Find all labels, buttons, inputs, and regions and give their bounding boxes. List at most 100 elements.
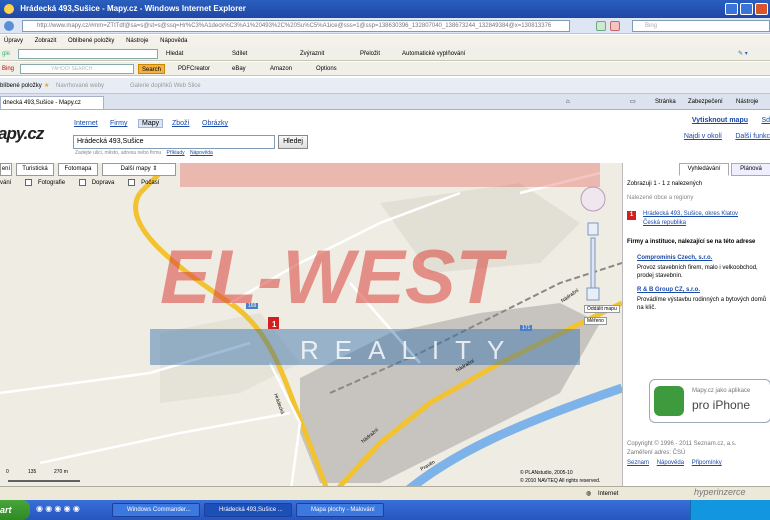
map-search-button[interactable]: Hledej	[278, 135, 308, 149]
checkbox[interactable]	[78, 179, 86, 186]
firm-link[interactable]: R & B Group CZ, s.r.o.	[637, 287, 700, 293]
hint-link-priklady[interactable]: Příklady	[167, 150, 185, 156]
menu-oblibene[interactable]: Oblíbené položky	[68, 38, 114, 44]
print-icon[interactable]: ▭	[630, 94, 636, 109]
result-link[interactable]: Hrádecká 493, Sušice, okres Klatov	[643, 211, 738, 217]
layer-fotografie[interactable]: Fotografie	[25, 179, 71, 186]
options-button[interactable]: Options	[316, 62, 337, 75]
page-content: apy.cz Internet Firmy Mapy Zboží Obrázky…	[0, 111, 770, 500]
start-button[interactable]: art	[0, 500, 30, 520]
window-titlebar: Hrádecká 493,Sušice - Mapy.cz - Windows …	[0, 0, 770, 18]
layer-pojmenovani[interactable]: vání	[0, 180, 17, 186]
map-canvas[interactable]: EL-WEST REALITY 1 ení Turistická Fotomap…	[0, 163, 622, 497]
maximize-button[interactable]	[740, 3, 753, 15]
results-count: Zobrazuji 1 - 1 z nalezených	[627, 181, 703, 187]
layer-doprava[interactable]: Doprava	[78, 179, 121, 187]
layer-label: vání	[0, 180, 12, 187]
toolbar-sdilet-button[interactable]: Sdílet	[232, 47, 247, 60]
layer-label: Doprava	[91, 180, 115, 187]
print-map-link[interactable]: Vytisknout mapu	[692, 117, 748, 124]
section-firms: Firmy a instituce, nalezající se na této…	[627, 239, 756, 245]
home-icon[interactable]: ⌂	[566, 94, 570, 109]
back-icon[interactable]	[4, 21, 14, 31]
favorites-label[interactable]: blíbené položky	[0, 78, 42, 93]
toolbar-zvyraznit-button[interactable]: Zvýraznit	[300, 47, 324, 60]
stop-icon[interactable]	[610, 21, 620, 31]
nav-firmy[interactable]: Firmy	[110, 120, 128, 127]
web-search-input[interactable]: Bing	[632, 20, 770, 32]
share-link[interactable]: Sd	[761, 117, 770, 124]
results-panel: Vyhledávání Plánová Zobrazuji 1 - 1 z na…	[622, 163, 770, 497]
tab-bar: dnecká 493,Sušice - Mapy.cz ⌂ ▭ Stránka …	[0, 94, 770, 110]
cmd-stranka[interactable]: Stránka	[655, 94, 676, 109]
checkbox[interactable]	[25, 179, 33, 186]
footer-link-pripominky[interactable]: Připomínky	[692, 460, 722, 466]
favorites-item-webslice[interactable]: Galerie doplňků Web Slice	[130, 78, 201, 93]
copyright: Copyright © 1996 - 2011 Seznam.cz, a.s.	[627, 441, 737, 447]
refresh-icon[interactable]	[596, 21, 606, 31]
favorites-star-icon[interactable]: ★	[44, 78, 49, 93]
status-bar: ◍ Internet hyperinzerce	[0, 486, 770, 500]
hint-link-napoveda[interactable]: Nápověda	[190, 150, 213, 156]
menu-upravy[interactable]: Úpravy	[4, 38, 23, 44]
iphone-app-banner[interactable]: Mapy.cz jako aplikace pro iPhone	[649, 379, 770, 423]
address-bar: http://www.mapy.cz/#mm=ZTtTdf@sa=s@st=s@…	[0, 18, 770, 34]
close-button[interactable]	[755, 3, 768, 15]
taskbar: art ◉ ◉ ◉ ◉ ◉ Windows Commander... Hráde…	[0, 500, 770, 520]
result-link-country[interactable]: Česká republika	[643, 220, 686, 226]
watermark-sub: REALITY	[300, 335, 520, 365]
map-tab-turisticka[interactable]: Turistická	[16, 163, 54, 176]
browser-tab-active[interactable]: dnecká 493,Sušice - Mapy.cz	[0, 96, 104, 109]
yahoo-search-input[interactable]: YAHOO! SEARCH	[20, 64, 134, 74]
zoom-out-button	[586, 287, 600, 301]
map-search-input[interactable]: Hrádecká 493,Sušice	[73, 135, 275, 149]
quicklaunch-icons[interactable]: ◉ ◉ ◉ ◉ ◉	[36, 504, 80, 513]
favorites-item-suggested[interactable]: Navrhované weby	[56, 78, 104, 93]
taskbar-item-commander[interactable]: Windows Commander...	[112, 503, 200, 517]
nav-obrazky[interactable]: Obrázky	[202, 120, 228, 127]
footer-link-seznam[interactable]: Seznam	[627, 460, 649, 466]
url-field[interactable]: http://www.mapy.cz/#mm=ZTtTdf@sa=s@st=s@…	[22, 20, 570, 32]
map-tab-zakladni[interactable]: ení	[0, 163, 12, 176]
map-copyright: © 2010 NAVTEQ All rights reserved.	[520, 478, 601, 484]
nav-mapy[interactable]: Mapy	[138, 119, 164, 128]
pan-control	[580, 186, 606, 212]
firm-link[interactable]: Comprominis Czech, s.r.o.	[637, 255, 712, 261]
cmd-nastroje[interactable]: Nástroje	[736, 94, 758, 109]
tab-vyhledavani[interactable]: Vyhledávání	[679, 163, 729, 176]
taskbar-item-ie[interactable]: Hrádecká 493,Sušice ...	[204, 503, 292, 517]
near-link[interactable]: Najdi v okolí	[684, 133, 722, 140]
svg-text:1: 1	[272, 320, 277, 329]
scale-label: 135	[28, 469, 37, 475]
taskbar-item-paint[interactable]: Mapa plochy - Malování	[296, 503, 384, 517]
favorites-bar: blíbené položky ★ Navrhované weby Galeri…	[0, 78, 770, 94]
globe-icon: ◍	[586, 491, 592, 497]
nav-internet[interactable]: Internet	[74, 120, 98, 127]
tab-planovani[interactable]: Plánová	[731, 163, 770, 176]
zoom-out-label[interactable]: Oddálit mapu	[584, 305, 620, 313]
toolbar-search-input[interactable]	[18, 49, 158, 59]
menu-zobrazit[interactable]: Zobrazit	[35, 38, 57, 44]
layer-pocasi[interactable]: Počasí	[128, 179, 165, 186]
site-logo[interactable]: apy.cz	[0, 124, 44, 144]
more-functions-link[interactable]: Další funkc	[735, 133, 770, 140]
cmd-zabezpeceni[interactable]: Zabezpečení	[688, 94, 723, 109]
ebay-button[interactable]: eBay	[232, 62, 246, 75]
measure-button[interactable]: Měřeno	[584, 317, 607, 325]
map-tab-dalsi[interactable]: Další mapy ⇕	[102, 163, 176, 176]
yahoo-search-button[interactable]: Search	[138, 64, 166, 74]
toolbar-prelozit-button[interactable]: Přeložit	[360, 47, 380, 60]
menu-napoveda[interactable]: Nápověda	[160, 38, 187, 44]
toolbar-tools-icon[interactable]: ✎ ▾	[738, 47, 748, 60]
minimize-button[interactable]	[725, 3, 738, 15]
map-tab-fotomapa[interactable]: Fotomapa	[58, 163, 98, 176]
toolbar-hledat-button[interactable]: Hledat	[166, 47, 183, 60]
pdfcreator-button[interactable]: PDFCreator	[178, 62, 210, 75]
footer-link-napoveda[interactable]: Nápověda	[657, 460, 684, 466]
menu-nastroje[interactable]: Nástroje	[126, 38, 148, 44]
toolbar-autofill-button[interactable]: Automatické vyplňování	[402, 47, 465, 60]
amazon-button[interactable]: Amazon	[270, 62, 292, 75]
system-tray[interactable]	[690, 500, 770, 520]
checkbox[interactable]	[128, 179, 136, 186]
nav-zbozi[interactable]: Zboží	[172, 120, 190, 127]
